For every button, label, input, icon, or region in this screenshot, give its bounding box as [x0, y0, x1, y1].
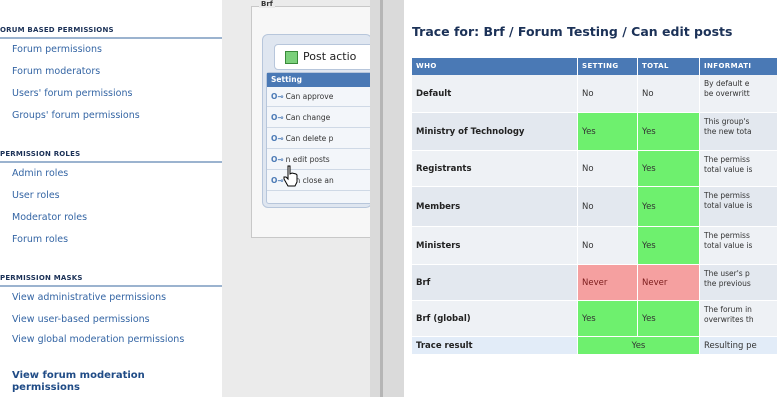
- row-information: This group's the new tota: [700, 113, 777, 151]
- nav-admin-roles[interactable]: Admin roles: [12, 168, 216, 180]
- section-divider: [0, 37, 222, 39]
- key-icon: O⊸: [271, 155, 284, 164]
- nav-users-forum-permissions[interactable]: Users' forum permissions: [12, 88, 216, 100]
- section-divider: [0, 285, 222, 287]
- trace-title: Trace for: Brf / Forum Testing / Can edi…: [412, 24, 733, 39]
- nav-view-global-moderation-permissions[interactable]: View global moderation permissions: [12, 334, 216, 346]
- setting-row[interactable]: O⊸ Can approve: [267, 87, 370, 107]
- row-information: The forum in overwrites th: [700, 301, 777, 337]
- setting-header: Setting: [267, 73, 370, 87]
- key-icon: O⊸: [271, 113, 284, 122]
- header-setting: SETTING: [578, 58, 638, 75]
- row-setting: No: [578, 227, 638, 265]
- section-title-permission-roles: PERMISSION ROLES: [0, 150, 81, 158]
- row-information: By default e be overwritt: [700, 75, 777, 113]
- row-setting: Yes: [578, 113, 638, 151]
- row-who: Members: [412, 187, 578, 227]
- sidebar: ORUM BASED PERMISSIONS Forum permissions…: [0, 0, 222, 397]
- row-total: Never: [638, 265, 700, 301]
- setting-row[interactable]: O⊸ Can delete p: [267, 129, 370, 149]
- row-total: No: [638, 75, 700, 113]
- key-icon: O⊸: [271, 134, 284, 143]
- nav-groups-forum-permissions[interactable]: Groups' forum permissions: [12, 110, 216, 122]
- header-who: WHO: [412, 58, 578, 75]
- row-who: Brf: [412, 265, 578, 301]
- row-who: Default: [412, 75, 578, 113]
- row-total: Yes: [638, 151, 700, 187]
- row-setting: No: [578, 187, 638, 227]
- row-total: Yes: [638, 227, 700, 265]
- row-setting: No: [578, 75, 638, 113]
- key-icon: O⊸: [271, 92, 284, 101]
- nav-view-administrative-permissions[interactable]: View administrative permissions: [12, 292, 216, 304]
- trace-result-value: Yes: [578, 337, 700, 355]
- setting-label: Can change: [285, 113, 331, 122]
- row-information: The permiss total value is: [700, 187, 777, 227]
- nav-forum-roles[interactable]: Forum roles: [12, 234, 216, 246]
- panel-divider[interactable]: [370, 0, 404, 397]
- row-who: Ministers: [412, 227, 578, 265]
- hand-cursor-icon: [283, 165, 298, 187]
- trace-result-label: Trace result: [412, 337, 578, 355]
- row-total: Yes: [638, 301, 700, 337]
- row-total: Yes: [638, 113, 700, 151]
- post-actions-toggle[interactable]: Post actio: [274, 44, 370, 70]
- nav-user-roles[interactable]: User roles: [12, 190, 216, 202]
- section-divider: [0, 161, 222, 163]
- nav-view-user-based-permissions[interactable]: View user-based permissions: [12, 314, 216, 326]
- row-information: The permiss total value is: [700, 151, 777, 187]
- row-who: Registrants: [412, 151, 578, 187]
- post-actions-label: Post actio: [303, 50, 357, 63]
- section-title-permission-masks: PERMISSION MASKS: [0, 274, 83, 282]
- setting-label: n edit posts: [285, 155, 330, 164]
- row-information: The permiss total value is: [700, 227, 777, 265]
- row-setting: Yes: [578, 301, 638, 337]
- checkbox-icon: [285, 51, 298, 64]
- frame-legend: Brf: [259, 0, 275, 8]
- row-setting: Never: [578, 265, 638, 301]
- trace-result-information: Resulting pe: [700, 337, 777, 355]
- setting-row[interactable]: O⊸ Can change: [267, 108, 370, 128]
- nav-moderator-roles[interactable]: Moderator roles: [12, 212, 216, 224]
- middle-panel: Brf Post actio Setting O⊸ Can approve O⊸ C…: [222, 0, 370, 397]
- row-total: Yes: [638, 187, 700, 227]
- trace-panel: Trace for: Brf / Forum Testing / Can edi…: [404, 0, 777, 397]
- setting-label: Can approve: [285, 92, 334, 101]
- row-who: Ministry of Technology: [412, 113, 578, 151]
- divider-line: [380, 0, 383, 397]
- row-information: The user's p the previous: [700, 265, 777, 301]
- section-title-forum-permissions: ORUM BASED PERMISSIONS: [0, 26, 114, 34]
- header-information: INFORMATI: [700, 58, 777, 75]
- row-who: Brf (global): [412, 301, 578, 337]
- nav-forum-moderators[interactable]: Forum moderators: [12, 66, 216, 78]
- nav-view-forum-moderation-permissions[interactable]: View forum moderation permissions: [12, 370, 216, 394]
- setting-label: Can delete p: [285, 134, 334, 143]
- header-total: TOTAL: [638, 58, 700, 75]
- nav-forum-permissions[interactable]: Forum permissions: [12, 44, 216, 56]
- row-setting: No: [578, 151, 638, 187]
